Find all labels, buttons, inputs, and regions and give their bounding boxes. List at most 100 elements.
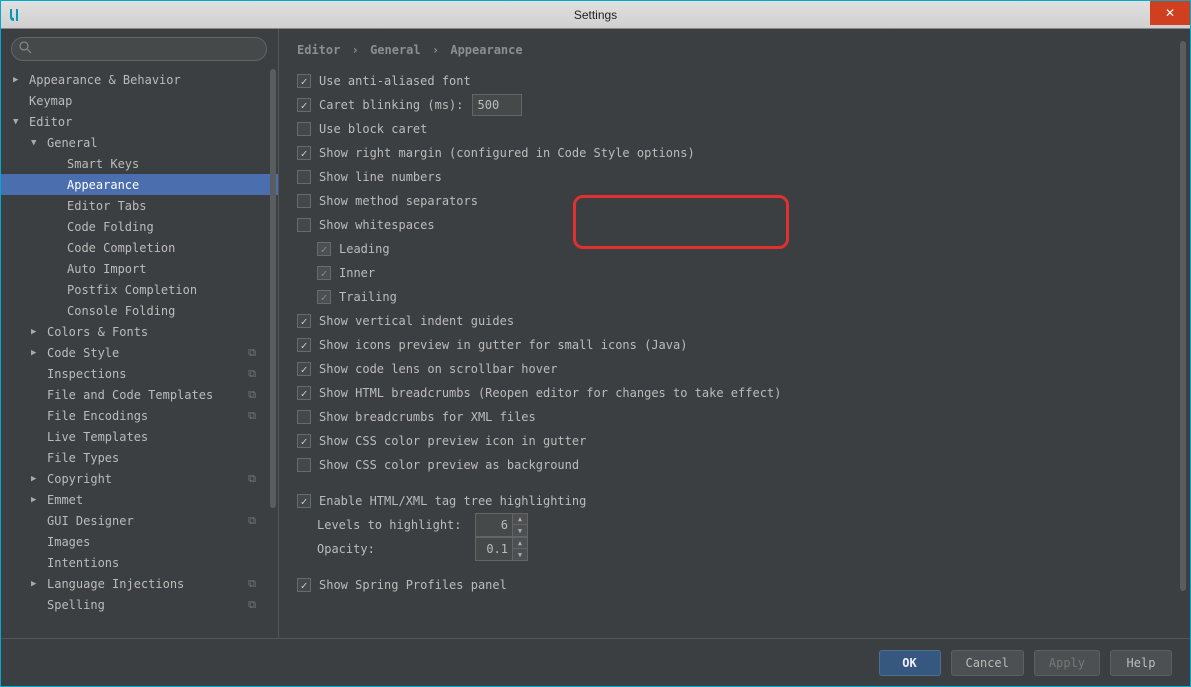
checkbox-css-background[interactable] bbox=[297, 458, 311, 472]
tree-item-label: Code Completion bbox=[67, 241, 175, 255]
label-whitespaces: Show whitespaces bbox=[319, 218, 435, 232]
breadcrumb: Editor › General › Appearance bbox=[279, 29, 1190, 67]
project-scope-icon: ⧉ bbox=[248, 388, 256, 402]
tree-item[interactable]: ▶Intentions bbox=[1, 552, 278, 573]
tree-item[interactable]: ▼General bbox=[1, 132, 278, 153]
spinner-down-icon[interactable]: ▼ bbox=[513, 549, 527, 560]
tree-item[interactable]: ▶Auto Import bbox=[1, 258, 278, 279]
checkbox-inner[interactable] bbox=[317, 266, 331, 280]
label-right-margin: Show right margin (configured in Code St… bbox=[319, 146, 695, 160]
tree-item-label: Console Folding bbox=[67, 304, 175, 318]
spinner-up-icon[interactable]: ▲ bbox=[513, 538, 527, 549]
content-scroll-thumb[interactable] bbox=[1180, 41, 1186, 591]
spinner-down-icon[interactable]: ▼ bbox=[513, 525, 527, 536]
content-scrollbar[interactable] bbox=[1178, 41, 1186, 626]
tree-item-label: Images bbox=[47, 535, 90, 549]
label-css-gutter: Show CSS color preview icon in gutter bbox=[319, 434, 586, 448]
tree-item[interactable]: ▶GUI Designer⧉ bbox=[1, 510, 278, 531]
input-caret-blink-ms[interactable] bbox=[472, 94, 522, 116]
checkbox-leading[interactable] bbox=[317, 242, 331, 256]
tree-item[interactable]: ▶ Appearance & Behavior bbox=[1, 69, 278, 90]
tree-item[interactable]: ▶Editor Tabs bbox=[1, 195, 278, 216]
checkbox-icons-preview[interactable] bbox=[297, 338, 311, 352]
checkbox-html-breadcrumbs[interactable] bbox=[297, 386, 311, 400]
tree-item[interactable]: ▶ Copyright ⧉ bbox=[1, 468, 278, 489]
help-button[interactable]: Help bbox=[1110, 650, 1172, 676]
spinner-levels[interactable]: ▲▼ bbox=[475, 513, 528, 537]
label-html-breadcrumbs: Show HTML breadcrumbs (Reopen editor for… bbox=[319, 386, 781, 400]
checkbox-vertical-guides[interactable] bbox=[297, 314, 311, 328]
checkbox-tag-tree[interactable] bbox=[297, 494, 311, 508]
tree-item[interactable]: ▶File and Code Templates⧉ bbox=[1, 384, 278, 405]
checkbox-whitespaces[interactable] bbox=[297, 218, 311, 232]
tree-item[interactable]: ▶Console Folding bbox=[1, 300, 278, 321]
label-anti-aliased: Use anti-aliased font bbox=[319, 74, 471, 88]
sidebar-scroll-thumb[interactable] bbox=[270, 69, 276, 508]
label-levels: Levels to highlight: bbox=[317, 518, 467, 532]
tree-item[interactable]: ▶Live Templates bbox=[1, 426, 278, 447]
chevron-right-icon: ▶ bbox=[31, 474, 43, 484]
tree-item[interactable]: ▼ Editor bbox=[1, 111, 278, 132]
spinner-up-icon[interactable]: ▲ bbox=[513, 514, 527, 525]
tree-item[interactable]: ▶File Encodings⧉ bbox=[1, 405, 278, 426]
checkbox-css-gutter[interactable] bbox=[297, 434, 311, 448]
breadcrumb-part: Editor bbox=[297, 43, 340, 57]
tree-item[interactable]: ▶Appearance bbox=[1, 174, 278, 195]
tree-item[interactable]: ▶Smart Keys bbox=[1, 153, 278, 174]
label-line-numbers: Show line numbers bbox=[319, 170, 442, 184]
tree-item[interactable]: ▶File Types bbox=[1, 447, 278, 468]
tree-item-label: GUI Designer bbox=[47, 514, 134, 528]
checkbox-line-numbers[interactable] bbox=[297, 170, 311, 184]
settings-tree[interactable]: ▶Appearance & Behavior▶Keymap▼Editor▼Gen… bbox=[1, 69, 278, 621]
close-button[interactable]: ✕ bbox=[1150, 1, 1190, 25]
chevron-right-icon: ▶ bbox=[13, 75, 25, 85]
tree-item[interactable]: ▶Emmet bbox=[1, 489, 278, 510]
checkbox-block-caret[interactable] bbox=[297, 122, 311, 136]
tree-item-label: Editor Tabs bbox=[67, 199, 146, 213]
checkbox-code-lens[interactable] bbox=[297, 362, 311, 376]
search-input[interactable] bbox=[11, 37, 267, 61]
checkbox-caret-blink[interactable] bbox=[297, 98, 311, 112]
input-opacity[interactable] bbox=[475, 537, 513, 561]
tree-item[interactable]: ▶Colors & Fonts bbox=[1, 321, 278, 342]
app-icon bbox=[7, 7, 23, 23]
tree-item[interactable]: ▶Code Folding bbox=[1, 216, 278, 237]
checkbox-spring-profiles[interactable] bbox=[297, 578, 311, 592]
tree-item[interactable]: ▶Images bbox=[1, 531, 278, 552]
breadcrumb-part: General bbox=[370, 43, 421, 57]
tree-item-label: Intentions bbox=[47, 556, 119, 570]
ok-button[interactable]: OK bbox=[879, 650, 941, 676]
apply-button[interactable]: Apply bbox=[1034, 650, 1100, 676]
tree-item-label: Editor bbox=[29, 115, 72, 129]
tree-item[interactable]: ▶Language Injections⧉ bbox=[1, 573, 278, 594]
project-scope-icon: ⧉ bbox=[248, 577, 256, 591]
input-levels[interactable] bbox=[475, 513, 513, 537]
tree-item-label: Appearance & Behavior bbox=[29, 73, 181, 87]
tree-item[interactable]: ▶Code Style⧉ bbox=[1, 342, 278, 363]
tree-item[interactable]: ▶Spelling⧉ bbox=[1, 594, 278, 615]
project-scope-icon: ⧉ bbox=[248, 472, 256, 486]
breadcrumb-part: Appearance bbox=[450, 43, 522, 57]
tree-item[interactable]: ▶Inspections⧉ bbox=[1, 363, 278, 384]
label-leading: Leading bbox=[339, 242, 390, 256]
tree-item[interactable]: ▶Postfix Completion bbox=[1, 279, 278, 300]
checkbox-anti-aliased[interactable] bbox=[297, 74, 311, 88]
cancel-button[interactable]: Cancel bbox=[951, 650, 1024, 676]
checkbox-method-separators[interactable] bbox=[297, 194, 311, 208]
tree-item-label: Smart Keys bbox=[67, 157, 139, 171]
tree-item-label: Keymap bbox=[29, 94, 72, 108]
label-opacity: Opacity: bbox=[317, 542, 467, 556]
checkbox-trailing[interactable] bbox=[317, 290, 331, 304]
chevron-down-icon: ▼ bbox=[13, 117, 25, 127]
window-title: Settings bbox=[574, 8, 617, 22]
tree-item-label: Copyright bbox=[47, 472, 112, 486]
checkbox-xml-breadcrumbs[interactable] bbox=[297, 410, 311, 424]
checkbox-right-margin[interactable] bbox=[297, 146, 311, 160]
sidebar-scrollbar[interactable] bbox=[268, 69, 276, 632]
tree-item-label: Appearance bbox=[67, 178, 139, 192]
tree-item[interactable]: ▶Keymap bbox=[1, 90, 278, 111]
tree-item[interactable]: ▶Code Completion bbox=[1, 237, 278, 258]
label-icons-preview: Show icons preview in gutter for small i… bbox=[319, 338, 687, 352]
chevron-right-icon: ▶ bbox=[31, 579, 43, 589]
spinner-opacity[interactable]: ▲▼ bbox=[475, 537, 528, 561]
